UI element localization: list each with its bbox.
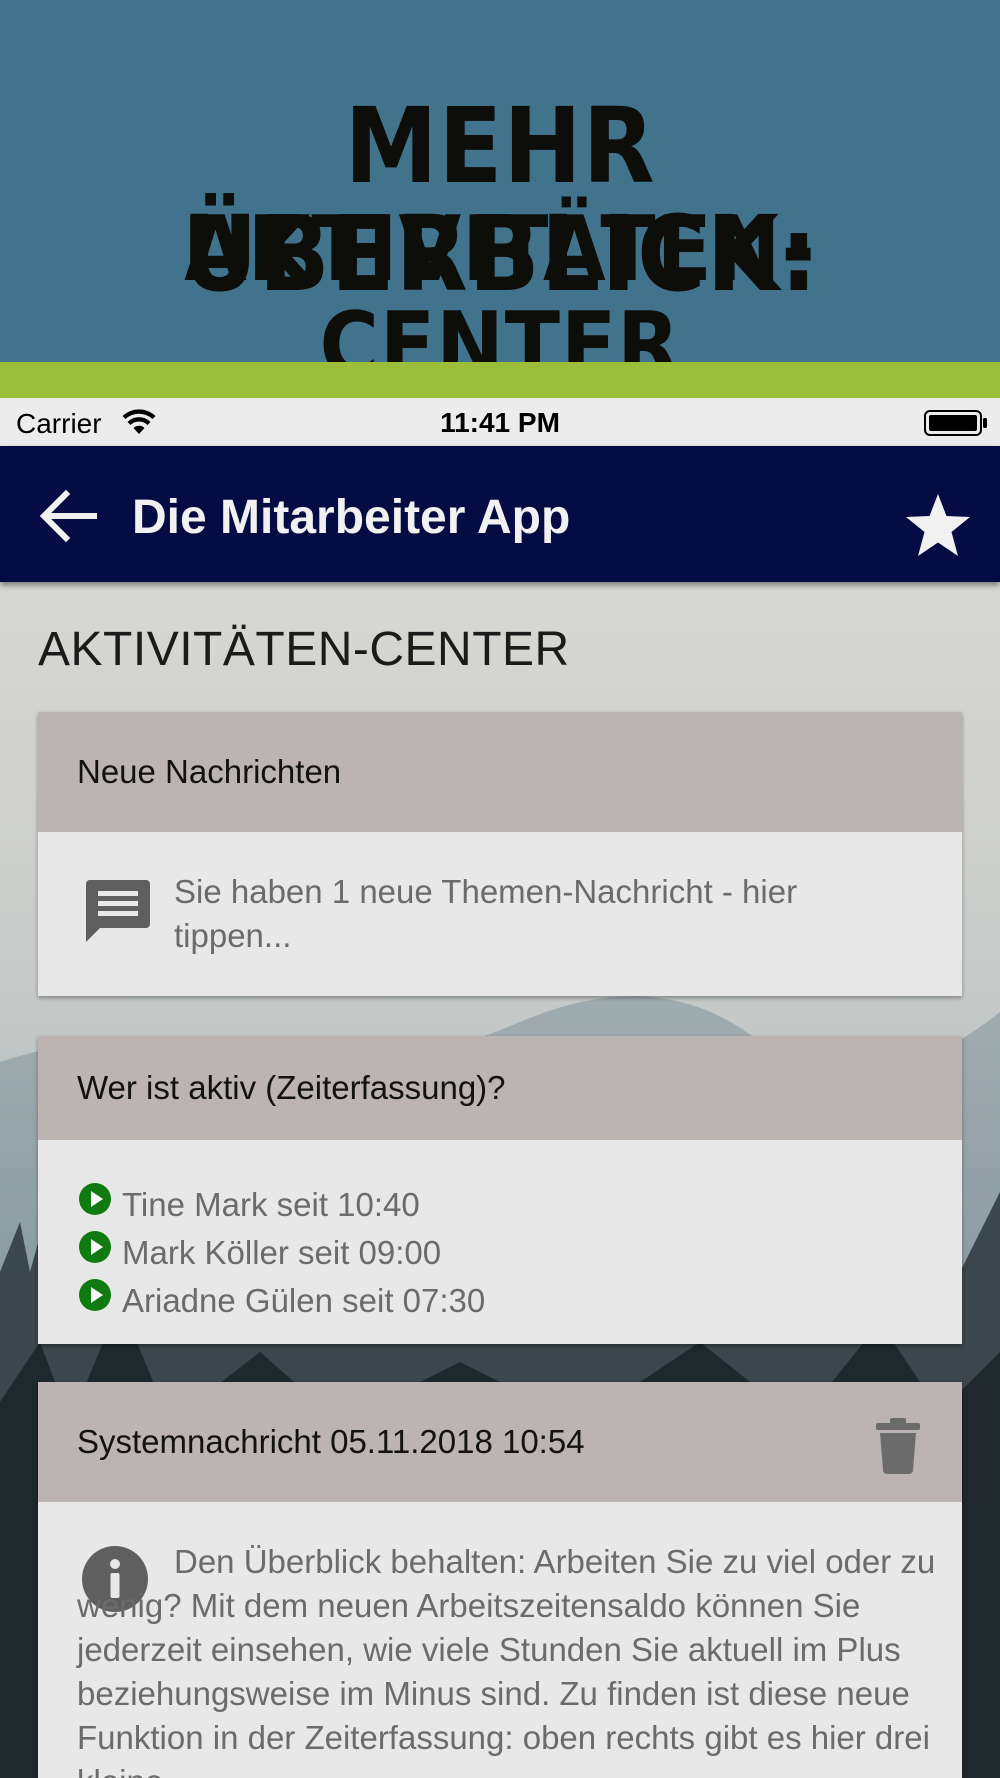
list-item: Mark Köller seit 09:00 bbox=[78, 1228, 485, 1276]
system-message-header: Systemnachricht 05.11.2018 10:54 bbox=[38, 1382, 962, 1502]
list-item: Ariadne Gülen seit 07:30 bbox=[78, 1276, 485, 1324]
page-heading: AKTIVITÄTEN-CENTER bbox=[38, 623, 570, 676]
play-circle-icon bbox=[79, 1279, 111, 1311]
active-users-header: Wer ist aktiv (Zeiterfassung)? bbox=[38, 1036, 962, 1140]
battery-icon bbox=[924, 410, 987, 436]
favorite-star-icon[interactable] bbox=[904, 492, 972, 558]
play-circle-icon bbox=[79, 1183, 111, 1215]
system-message-title: Systemnachricht 05.11.2018 10:54 bbox=[77, 1423, 585, 1460]
active-users-body: Tine Mark seit 10:40 Mark Köller seit 09… bbox=[38, 1140, 962, 1344]
message-icon bbox=[86, 880, 150, 942]
new-messages-header: Neue Nachrichten bbox=[38, 712, 962, 832]
new-messages-body[interactable]: Sie haben 1 neue Themen-Nachricht - hier… bbox=[38, 832, 962, 996]
system-message-body: Den Überblick behalten: Arbeiten Sie zu … bbox=[38, 1502, 962, 1778]
new-messages-text[interactable]: Sie haben 1 neue Themen-Nachricht - hier… bbox=[174, 870, 894, 958]
promo-banner: MEHR ÜBERBLICK: AKTIVITÄTEN-CENTER bbox=[0, 0, 1000, 394]
back-arrow-icon[interactable] bbox=[38, 488, 98, 544]
status-bar: Carrier 11:41 PM bbox=[0, 398, 1000, 446]
active-user-entry: Tine Mark seit 10:40 bbox=[122, 1186, 420, 1223]
active-users-card: Wer ist aktiv (Zeiterfassung)? Tine Mark… bbox=[38, 1036, 962, 1344]
activity-center-content[interactable]: AKTIVITÄTEN-CENTER Neue Nachrichten Sie … bbox=[0, 582, 1000, 1778]
list-item: Tine Mark seit 10:40 bbox=[78, 1180, 485, 1228]
active-user-entry: Mark Köller seit 09:00 bbox=[122, 1234, 442, 1271]
app-title: Die Mitarbeiter App bbox=[132, 491, 571, 544]
system-message-content: Den Überblick behalten: Arbeiten Sie zu … bbox=[77, 1543, 936, 1778]
new-messages-card[interactable]: Neue Nachrichten Sie haben 1 neue Themen… bbox=[38, 712, 962, 996]
active-user-entry: Ariadne Gülen seit 07:30 bbox=[122, 1282, 486, 1319]
system-message-card: Systemnachricht 05.11.2018 10:54 Den Übe… bbox=[38, 1382, 962, 1778]
play-circle-icon bbox=[79, 1231, 111, 1263]
active-users-list: Tine Mark seit 10:40 Mark Köller seit 09… bbox=[78, 1180, 485, 1324]
system-message-text: Den Überblick behalten: Arbeiten Sie zu … bbox=[77, 1540, 937, 1778]
active-users-title: Wer ist aktiv (Zeiterfassung)? bbox=[77, 1069, 506, 1106]
icon-indent-spacer bbox=[77, 1563, 174, 1573]
trash-icon[interactable] bbox=[876, 1418, 920, 1474]
new-messages-title: Neue Nachrichten bbox=[77, 753, 342, 790]
banner-accent-bar bbox=[0, 362, 1000, 398]
status-time: 11:41 PM bbox=[440, 407, 560, 438]
app-navbar: Die Mitarbeiter App bbox=[0, 446, 1000, 582]
